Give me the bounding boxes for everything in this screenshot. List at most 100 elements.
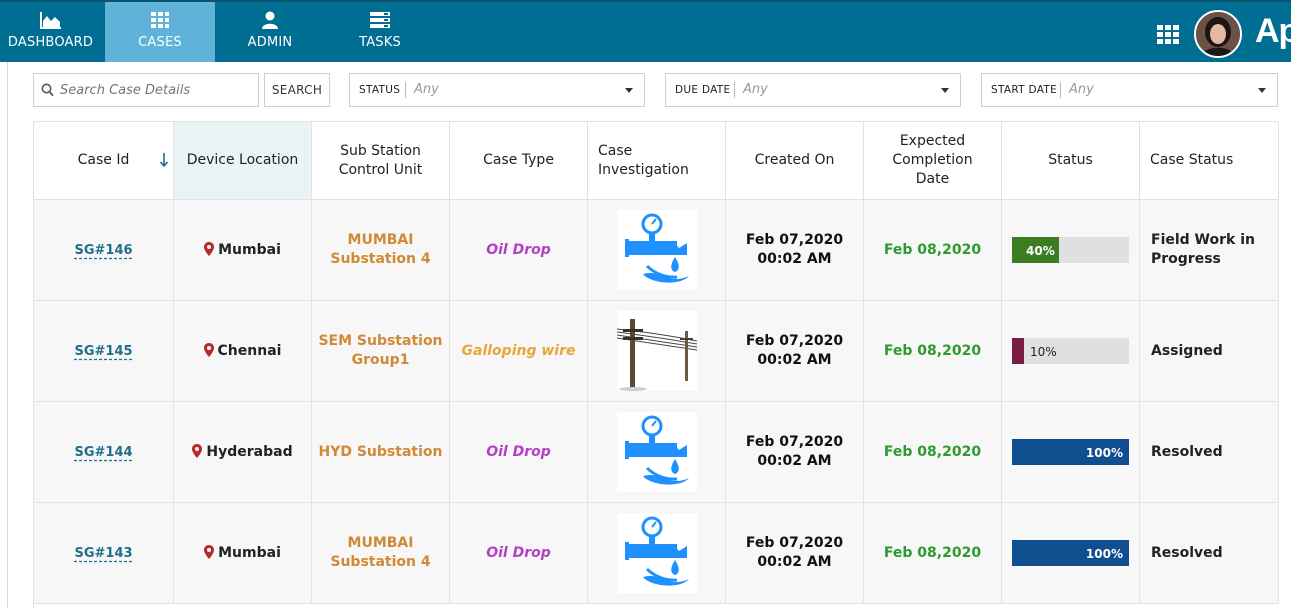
device-location: Hyderabad [192,443,293,462]
cell-case-investigation[interactable] [588,200,726,300]
cell-expected-date: Feb 08,2020 [864,402,1002,502]
text-line: Resolved [1151,544,1223,561]
nav-tasks[interactable]: TASKS [330,2,430,62]
text-line: Field Work in [1151,232,1255,248]
column-header-sub-station[interactable]: Sub Station Control Unit [312,122,450,199]
table-row[interactable]: SG#144 Hyderabad HYD Substation Oil Drop Feb… [34,402,1279,503]
case-type: Oil Drop [486,241,551,258]
cell-case-id: SG#144 [34,402,174,502]
cell-substation: HYD Substation [312,402,450,502]
header-line: Completion [892,152,973,168]
status-filter[interactable]: STATUS Any [349,73,645,107]
search-box [33,73,259,107]
top-navigation-bar: DASHBOARD CASES ADMIN TASKS Ap [0,0,1291,62]
cell-case-status: Assigned [1140,301,1279,401]
column-header-label: Created On [754,152,835,168]
nav-cases[interactable]: CASES [105,2,215,62]
text-line: SEM Substation [318,333,443,349]
area-chart-icon [39,12,61,29]
cell-expected-date: Feb 08,2020 [864,200,1002,300]
chevron-down-icon [1258,88,1266,93]
cell-case-type: Galloping wire [450,301,588,401]
case-type: Oil Drop [486,443,551,460]
chevron-down-icon [625,88,633,93]
cell-substation: MUMBAI Substation 4 [312,503,450,603]
location-pin-icon [203,342,214,357]
column-header-status[interactable]: Status [1002,122,1140,199]
progress-fill [1012,338,1024,364]
table-row[interactable]: SG#143 Mumbai MUMBAI Substation 4 Oil Drop Fe… [34,503,1279,604]
column-header-case-type[interactable]: Case Type [450,122,588,199]
header-line: Control Unit [338,161,423,178]
status-progress-bar: 100% [1012,439,1129,465]
filter-separator [734,82,735,98]
substation-name: MUMBAI Substation 4 [330,231,430,269]
column-header-label: Case Status [1150,152,1234,168]
sort-arrow-down-icon[interactable] [160,153,168,167]
column-header-case-id[interactable]: Case Id [34,122,174,199]
cell-device-location: Chennai [174,301,312,401]
cell-created-on: Feb 07,2020 00:02 AM [726,200,864,300]
column-header-label: Expected Completion Date [892,132,972,189]
case-id-link[interactable]: SG#143 [74,544,132,563]
column-header-expected-completion[interactable]: Expected Completion Date [864,122,1002,199]
location-text: Hyderabad [206,443,293,460]
case-status: Resolved [1151,544,1223,563]
oil-drop-icon [616,412,697,492]
created-on: Feb 07,2020 00:02 AM [746,332,843,370]
cell-case-investigation[interactable] [588,503,726,603]
text-line: MUMBAI [347,232,414,248]
case-id-link[interactable]: SG#145 [74,342,132,361]
nav-admin-label: ADMIN [247,35,293,50]
progress-label: 40% [1026,244,1055,258]
search-input[interactable] [60,81,250,99]
cell-case-id: SG#146 [34,200,174,300]
header-line: Sub Station [340,142,421,159]
column-header-created-on[interactable]: Created On [726,122,864,199]
column-header-case-investigation[interactable]: Case Investigation [588,122,726,199]
cell-device-location: Hyderabad [174,402,312,502]
cell-case-investigation[interactable] [588,301,726,401]
case-type: Oil Drop [486,544,551,561]
location-pin-icon [204,241,215,256]
avatar-photo [1196,12,1240,56]
cell-status: 100% [1002,402,1140,502]
column-header-label: Case Type [483,152,554,168]
user-avatar[interactable] [1194,10,1242,58]
cell-case-type: Oil Drop [450,200,588,300]
due-date-filter[interactable]: DUE DATE Any [665,73,961,107]
cell-case-status: Resolved [1140,402,1279,502]
brand-logo: App [1252,4,1291,62]
due-date-filter-value: Any [743,82,768,97]
expected-completion-date: Feb 08,2020 [883,342,982,359]
table-row[interactable]: SG#145 Chennai SEM Substation Group1 Gallopi… [34,301,1279,402]
cell-substation: SEM Substation Group1 [312,301,450,401]
table-row[interactable]: SG#146 Mumbai MUMBAI Substation 4 Oil Drop Fe… [34,200,1279,301]
case-id-link[interactable]: SG#146 [74,241,132,260]
nav-admin[interactable]: ADMIN [220,2,320,62]
column-header-device-location[interactable]: Device Location [174,122,312,199]
user-icon [262,11,278,29]
nav-tasks-label: TASKS [359,35,401,50]
text-line: Substation 4 [330,554,431,570]
text-line: HYD Substation [318,443,443,460]
status-filter-value: Any [414,82,439,97]
nav-dashboard[interactable]: DASHBOARD [0,2,101,62]
cell-case-status: Resolved [1140,503,1279,603]
cell-created-on: Feb 07,2020 00:02 AM [726,503,864,603]
table-header-row: Case Id Device Location Sub Station Contr… [34,122,1279,200]
cell-status: 100% [1002,503,1140,603]
apps-grid-icon[interactable] [1156,24,1180,44]
cell-case-investigation[interactable] [588,402,726,502]
header-line: Case [598,142,633,159]
left-border [7,62,8,608]
search-button[interactable]: SEARCH [264,73,330,107]
oil-drop-icon [616,513,697,593]
start-date-filter[interactable]: START DATE Any [981,73,1278,107]
column-header-case-status[interactable]: Case Status [1140,122,1279,199]
case-id-link[interactable]: SG#144 [74,443,132,462]
progress-label: 10% [1030,345,1057,359]
cell-created-on: Feb 07,2020 00:02 AM [726,402,864,502]
text-line: Resolved [1151,443,1223,460]
cell-case-id: SG#143 [34,503,174,603]
